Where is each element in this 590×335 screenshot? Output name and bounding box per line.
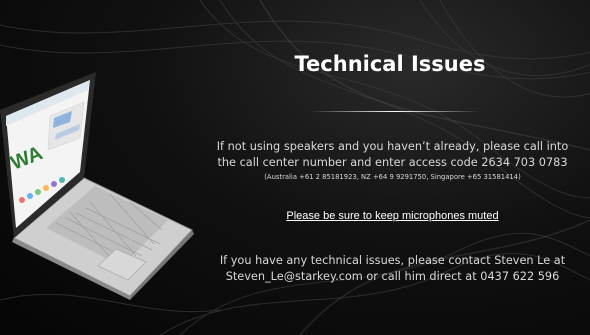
- laptop-image: WA: [0, 72, 194, 300]
- slide-title: Technical Issues: [294, 52, 486, 76]
- call-in-line-1: If not using speakers and you haven’t al…: [216, 140, 569, 153]
- call-in-instructions: If not using speakers and you haven’t al…: [205, 139, 580, 171]
- presentation-slide: WA Technical Issues If not using speaker…: [0, 0, 590, 335]
- support-line-1: If you have any technical issues, please…: [219, 254, 566, 267]
- support-line-2: Steven_Le@starkey.com or call him direct…: [225, 270, 560, 283]
- support-contact: If you have any technical issues, please…: [205, 253, 580, 285]
- call-in-line-2: the call center number and enter access …: [217, 156, 568, 169]
- title-divider: [310, 111, 480, 112]
- mute-notice: Please be sure to keep microphones muted: [286, 210, 499, 222]
- dial-in-numbers: (Australia +61 2 85181923, NZ +64 9 9291…: [264, 173, 521, 181]
